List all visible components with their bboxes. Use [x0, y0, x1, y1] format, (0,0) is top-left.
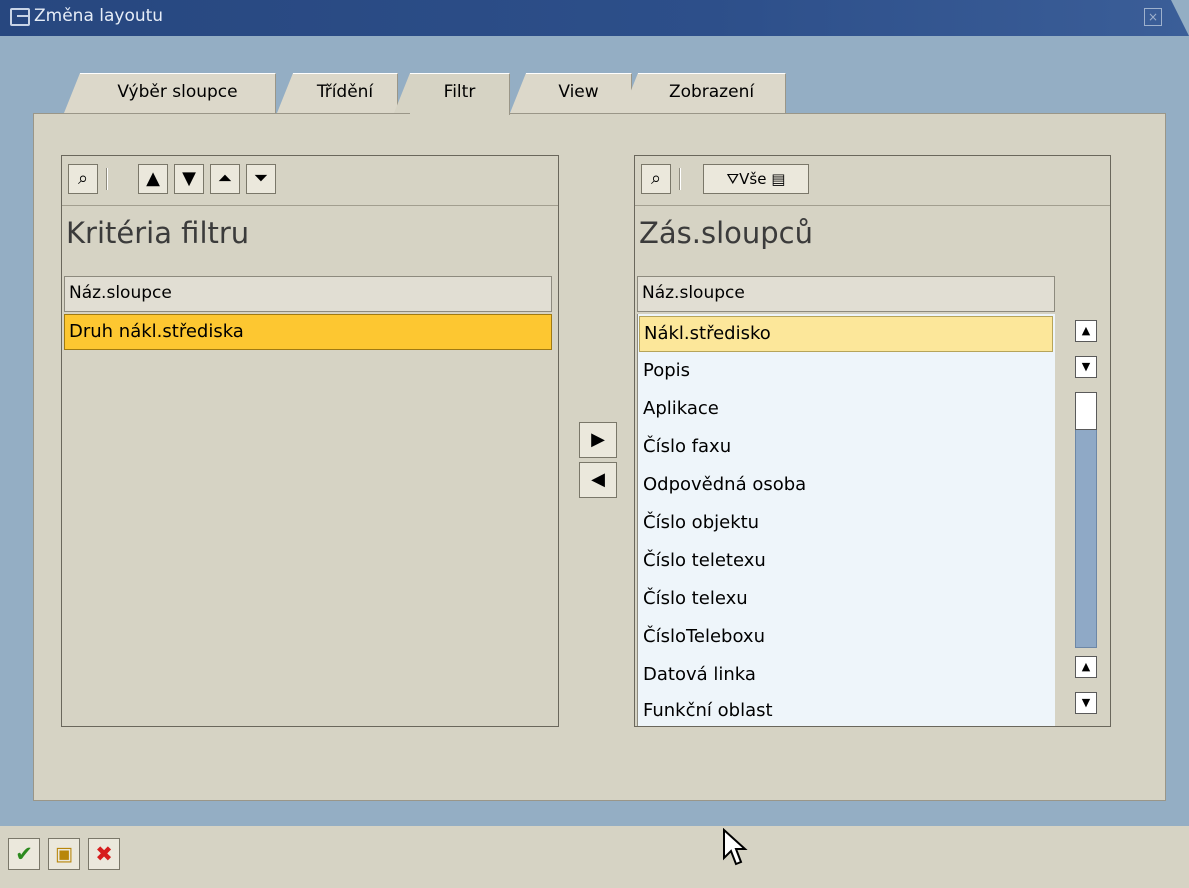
binoculars-icon[interactable]: ⌕	[68, 164, 98, 194]
right-toolbar: ⌕ ⛛Vše ▤	[635, 156, 1110, 206]
binoculars-icon[interactable]: ⌕	[641, 164, 671, 194]
dialog-footer: ✔ ▣ ✖	[0, 826, 1189, 888]
mouse-cursor-icon	[723, 828, 748, 866]
list-item[interactable]: Číslo objektu	[639, 506, 1053, 542]
column-set-box: ⌕ ⛛Vše ▤ Zás.sloupců Náz.sloupce Nákl.st…	[634, 155, 1111, 727]
filter-criteria-box: ⌕ ▲ ▼ ⏶ ⏷ Kritéria filtru Náz.sloupce Dr…	[61, 155, 559, 727]
scrollbar-thumb[interactable]	[1075, 392, 1097, 430]
window-icon	[10, 8, 30, 26]
details-icon: ▤	[771, 170, 786, 188]
scroll-down-icon[interactable]: ▼	[1075, 356, 1097, 378]
save-icon[interactable]: ▣	[48, 838, 80, 870]
window-title: Změna layoutu	[34, 6, 164, 26]
left-toolbar: ⌕ ▲ ▼ ⏶ ⏷	[62, 156, 558, 206]
filter-all-button[interactable]: ⛛Vše ▤	[703, 164, 809, 194]
list-item[interactable]: Aplikace	[639, 392, 1053, 428]
list-item[interactable]: Číslo faxu	[639, 430, 1053, 466]
close-icon[interactable]: ×	[1144, 8, 1162, 26]
list-item[interactable]: ČísloTeleboxu	[639, 620, 1053, 656]
left-column-header[interactable]: Náz.sloupce	[64, 276, 552, 312]
remove-filter-arrow-icon[interactable]: ◀	[579, 462, 617, 498]
scroll-down-icon[interactable]: ▼	[1075, 692, 1097, 714]
list-item[interactable]: Datová linka	[639, 658, 1053, 694]
add-filter-arrow-icon[interactable]: ▶	[579, 422, 617, 458]
move-down-icon[interactable]: ▼	[174, 164, 204, 194]
right-column-header[interactable]: Náz.sloupce	[637, 276, 1055, 312]
tab-vyber-sloupce[interactable]: Výběr sloupce	[64, 73, 276, 113]
tab-zobrazeni[interactable]: Zobrazení	[622, 73, 786, 113]
move-up-icon[interactable]: ▲	[138, 164, 168, 194]
list-item[interactable]: Odpovědná osoba	[639, 468, 1053, 504]
list-item[interactable]: Popis	[639, 354, 1053, 390]
scroll-up-icon[interactable]: ▲	[1075, 656, 1097, 678]
move-top-icon[interactable]: ⏶	[210, 164, 240, 194]
scroll-up-icon[interactable]: ▲	[1075, 320, 1097, 342]
tab-trideni[interactable]: Třídění	[277, 73, 398, 113]
filter-criteria-title: Kritéria filtru	[66, 216, 250, 250]
filter-icon: ⛛	[726, 170, 740, 188]
checkmark-icon[interactable]: ✔	[8, 838, 40, 870]
list-item[interactable]: Číslo teletexu	[639, 544, 1053, 580]
scrollbar-track[interactable]	[1075, 392, 1097, 648]
list-item[interactable]: Nákl.středisko	[639, 316, 1053, 352]
list-item[interactable]: Funkční oblast	[639, 694, 1053, 726]
filter-row[interactable]: Druh nákl.střediska	[64, 314, 552, 350]
tab-filtr[interactable]: Filtr	[394, 73, 510, 115]
tab-view[interactable]: View	[510, 73, 632, 113]
move-bottom-icon[interactable]: ⏷	[246, 164, 276, 194]
list-item[interactable]: Číslo telexu	[639, 582, 1053, 618]
window-titlebar: Změna layoutu ×	[0, 0, 1189, 36]
cancel-icon[interactable]: ✖	[88, 838, 120, 870]
column-set-title: Zás.sloupců	[639, 216, 813, 250]
